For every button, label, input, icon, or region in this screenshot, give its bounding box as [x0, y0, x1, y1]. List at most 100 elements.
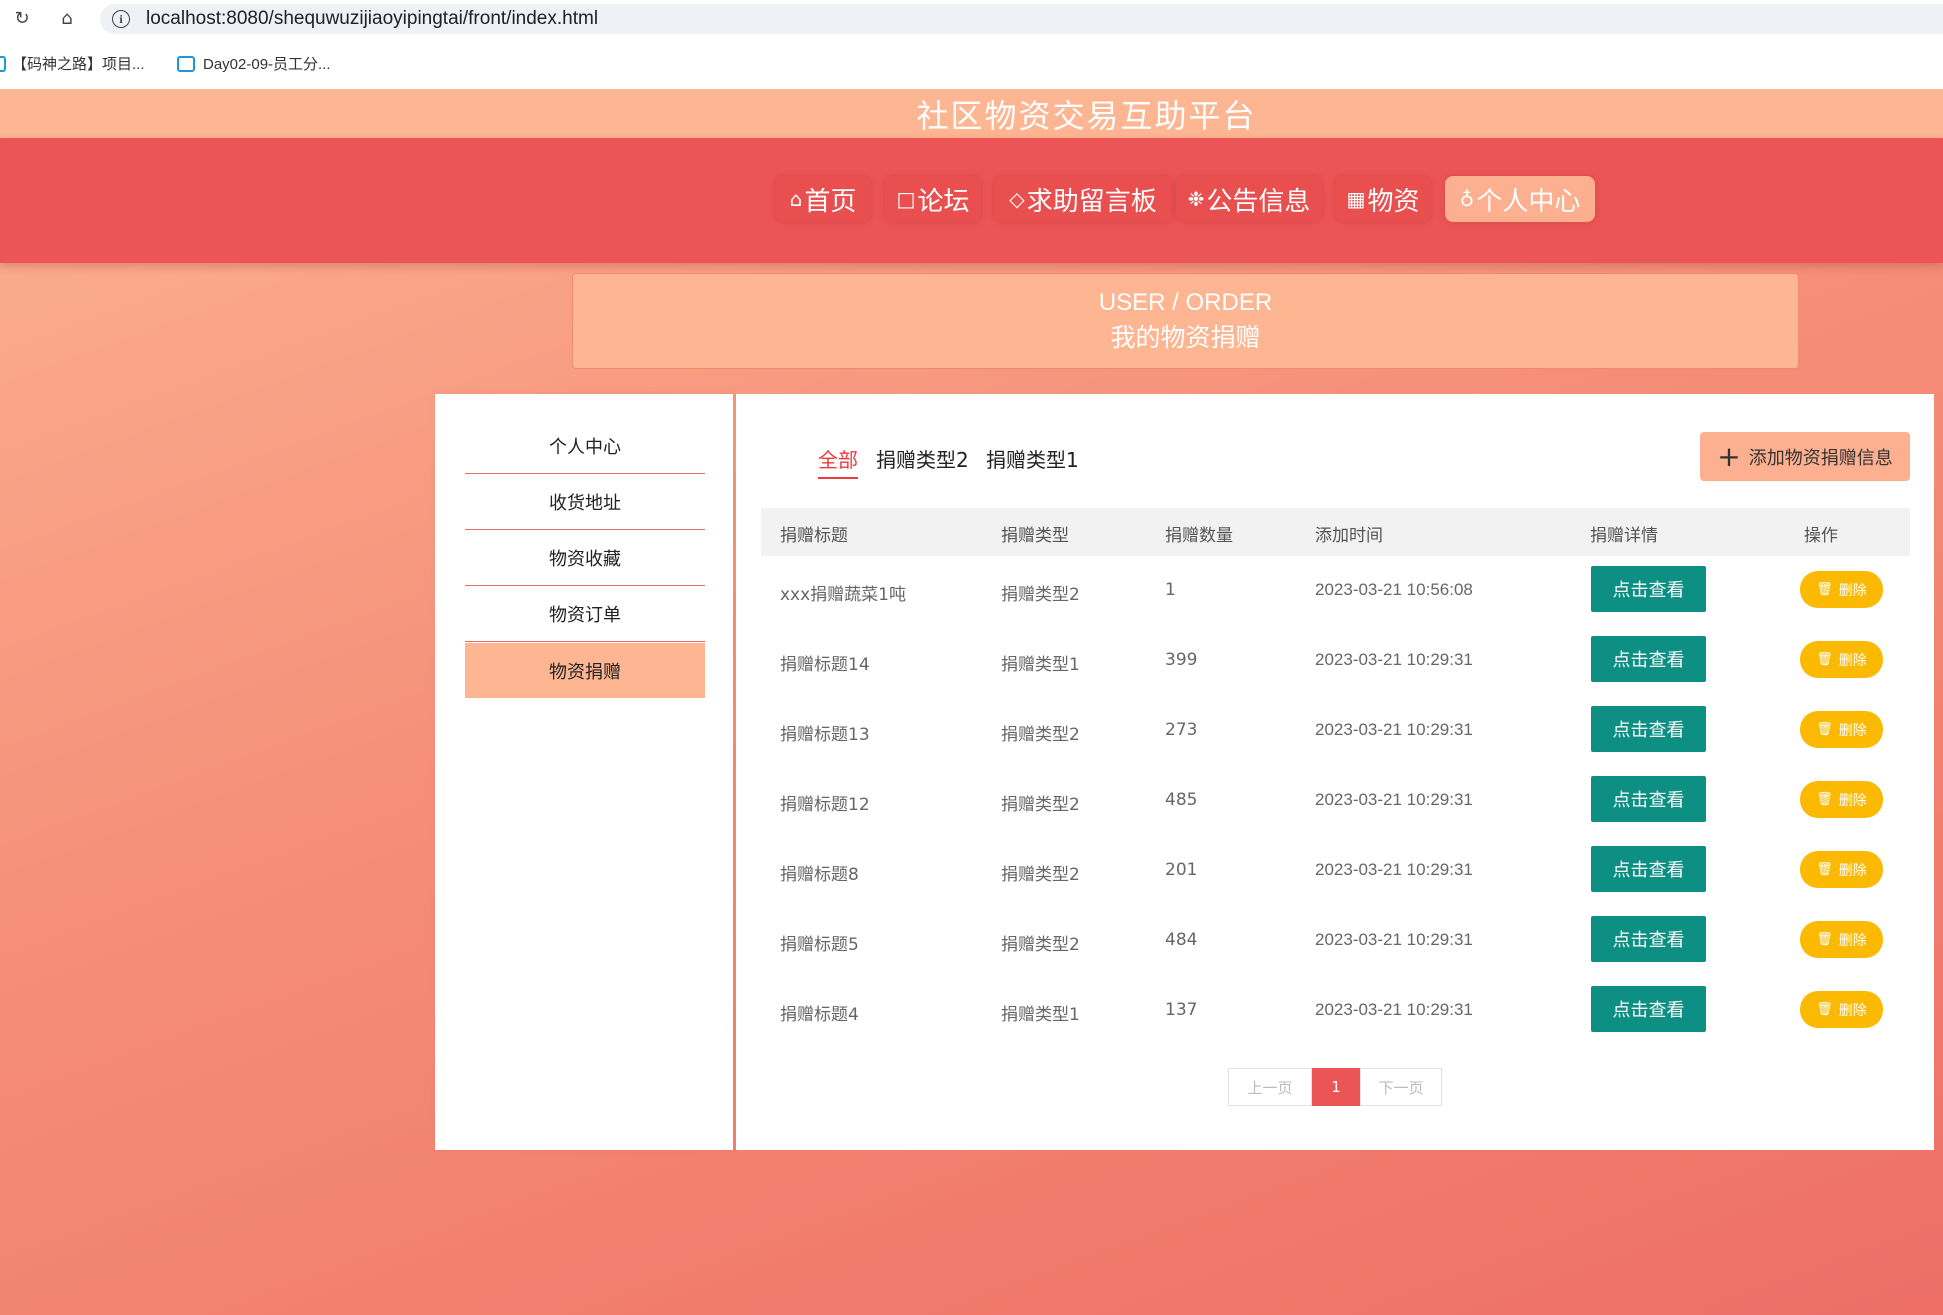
- view-details-button[interactable]: 点击查看: [1591, 846, 1706, 892]
- nav-goods[interactable]: ▦ 物资: [1335, 176, 1431, 222]
- column-header: 添加时间: [1315, 526, 1383, 546]
- next-page-button[interactable]: 下一页: [1360, 1068, 1442, 1106]
- banner-subtitle: USER / ORDER: [1098, 289, 1273, 316]
- bookmark-1[interactable]: 【码神之路】项目...: [0, 53, 145, 74]
- cell-type: 捐赠类型2: [1001, 865, 1080, 885]
- nav-label: 物资: [1367, 186, 1420, 217]
- tab-type-1[interactable]: 捐赠类型1: [986, 444, 1079, 477]
- tab-label: 捐赠类型2: [876, 448, 969, 472]
- delete-button[interactable]: 🗑 删除: [1800, 991, 1883, 1028]
- cell-title: 捐赠标题13: [780, 725, 870, 745]
- table-row: 捐赠标题8 捐赠类型2 201 2023-03-21 10:29:31 点击查看…: [761, 836, 1910, 906]
- url-text: localhost:8080/shequwuzijiaoyipingtai/fr…: [146, 8, 599, 29]
- delete-label: 删除: [1838, 1002, 1867, 1019]
- sidebar-item-donations[interactable]: 物资捐赠: [465, 643, 705, 698]
- delete-button[interactable]: 🗑 删除: [1800, 781, 1883, 818]
- tab-label: 捐赠类型1: [986, 448, 1079, 472]
- page-number-current[interactable]: 1: [1312, 1068, 1360, 1106]
- sidebar-item-label: 物资收藏: [549, 549, 621, 570]
- table-row: 捐赠标题13 捐赠类型2 273 2023-03-21 10:29:31 点击查…: [761, 696, 1910, 766]
- cell-type: 捐赠类型1: [1001, 655, 1080, 675]
- cell-quantity: 1: [1165, 580, 1176, 600]
- table-header: 捐赠标题 捐赠类型 捐赠数量 添加时间 捐赠详情 操作: [761, 508, 1910, 556]
- delete-label: 删除: [1838, 652, 1867, 669]
- view-details-button[interactable]: 点击查看: [1591, 706, 1706, 752]
- site-info-icon[interactable]: i: [112, 10, 130, 28]
- browser-address-bar: ↻ ⌂ i localhost:8080/shequwuzijiaoyiping…: [0, 0, 1943, 37]
- home-icon: ⌂: [789, 187, 803, 211]
- column-header: 捐赠标题: [780, 526, 848, 546]
- plus-icon: +: [1717, 439, 1741, 473]
- table-row: xxx捐赠蔬菜1吨 捐赠类型2 1 2023-03-21 10:56:08 点击…: [761, 556, 1910, 626]
- site-title-bar: 社区物资交易互助平台: [0, 89, 1943, 138]
- view-details-button[interactable]: 点击查看: [1591, 776, 1706, 822]
- cell-time: 2023-03-21 10:29:31: [1315, 720, 1473, 739]
- delete-label: 删除: [1838, 582, 1867, 599]
- view-details-button[interactable]: 点击查看: [1591, 986, 1706, 1032]
- sidebar-item-orders[interactable]: 物资订单: [465, 587, 705, 642]
- home-browser-icon[interactable]: ⌂: [55, 6, 79, 30]
- nav-personal-center[interactable]: ♁ 个人中心: [1445, 176, 1595, 222]
- cell-time: 2023-03-21 10:29:31: [1315, 860, 1473, 879]
- main-nav: ⌂ 首页 □ 论坛 ◇ 求助留言板 ❉ 公告信息 ▦ 物资 ♁ 个人中心: [0, 138, 1943, 263]
- delete-button[interactable]: 🗑 删除: [1800, 641, 1883, 678]
- cell-quantity: 137: [1165, 1000, 1198, 1020]
- prev-page-button[interactable]: 上一页: [1228, 1068, 1312, 1106]
- page-banner: USER / ORDER 我的物资捐赠: [572, 273, 1799, 369]
- url-field[interactable]: i localhost:8080/shequwuzijiaoyipingtai/…: [100, 4, 1943, 34]
- cell-type: 捐赠类型2: [1001, 725, 1080, 745]
- table-row: 捐赠标题12 捐赠类型2 485 2023-03-21 10:29:31 点击查…: [761, 766, 1910, 836]
- cell-quantity: 399: [1165, 650, 1198, 670]
- cell-quantity: 484: [1165, 930, 1198, 950]
- cell-quantity: 201: [1165, 860, 1198, 880]
- sidebar-item-label: 收货地址: [549, 493, 621, 514]
- cell-type: 捐赠类型2: [1001, 935, 1080, 955]
- sidebar-item-personal-center[interactable]: 个人中心: [465, 419, 705, 474]
- column-header: 捐赠详情: [1590, 526, 1658, 546]
- sidebar-item-favorites[interactable]: 物资收藏: [465, 531, 705, 586]
- table-row: 捐赠标题14 捐赠类型1 399 2023-03-21 10:29:31 点击查…: [761, 626, 1910, 696]
- nav-home[interactable]: ⌂ 首页: [775, 176, 871, 222]
- bookmark-2[interactable]: Day02-09-员工分...: [177, 53, 331, 74]
- user-icon: ♁: [1459, 187, 1475, 211]
- pagination: 上一页 1 下一页: [1228, 1068, 1442, 1106]
- sidebar-item-address[interactable]: 收货地址: [465, 475, 705, 530]
- column-header: 操作: [1804, 526, 1838, 546]
- add-donation-button[interactable]: + 添加物资捐赠信息: [1700, 432, 1910, 481]
- nav-label: 论坛: [917, 186, 970, 217]
- cell-title: xxx捐赠蔬菜1吨: [780, 585, 906, 605]
- tab-all[interactable]: 全部: [818, 444, 858, 479]
- cell-quantity: 273: [1165, 720, 1198, 740]
- sidebar-item-label: 物资订单: [549, 605, 621, 626]
- view-details-button[interactable]: 点击查看: [1591, 916, 1706, 962]
- tab-type-2[interactable]: 捐赠类型2: [876, 444, 969, 477]
- nav-forum[interactable]: □ 论坛: [885, 176, 981, 222]
- cell-time: 2023-03-21 10:29:31: [1315, 790, 1473, 809]
- delete-button[interactable]: 🗑 删除: [1800, 711, 1883, 748]
- sidebar: 个人中心 收货地址 物资收藏 物资订单 物资捐赠: [435, 394, 733, 1150]
- reload-icon[interactable]: ↻: [10, 6, 34, 30]
- delete-button[interactable]: 🗑 删除: [1800, 571, 1883, 608]
- delete-label: 删除: [1838, 862, 1867, 879]
- trash-icon: 🗑: [1816, 862, 1833, 877]
- nav-label: 个人中心: [1476, 186, 1581, 217]
- bilibili-tv-icon: [177, 55, 195, 72]
- trash-icon: 🗑: [1816, 582, 1833, 597]
- nav-help-board[interactable]: ◇ 求助留言板: [994, 176, 1172, 222]
- view-details-button[interactable]: 点击查看: [1591, 566, 1706, 612]
- grid-icon: ▦: [1346, 187, 1366, 211]
- cell-quantity: 485: [1165, 790, 1198, 810]
- view-details-button[interactable]: 点击查看: [1591, 636, 1706, 682]
- trash-icon: 🗑: [1816, 932, 1833, 947]
- tag-icon: ◇: [1009, 187, 1025, 211]
- delete-label: 删除: [1838, 792, 1867, 809]
- cell-type: 捐赠类型2: [1001, 795, 1080, 815]
- delete-button[interactable]: 🗑 删除: [1800, 921, 1883, 958]
- trash-icon: 🗑: [1816, 652, 1833, 667]
- bookmark-label: 【码神之路】项目...: [12, 56, 145, 73]
- delete-button[interactable]: 🗑 删除: [1800, 851, 1883, 888]
- nav-announcements[interactable]: ❉ 公告信息: [1176, 176, 1322, 222]
- bookmark-icon: [0, 55, 6, 72]
- tab-label: 全部: [818, 448, 858, 472]
- table-row: 捐赠标题4 捐赠类型1 137 2023-03-21 10:29:31 点击查看…: [761, 976, 1910, 1046]
